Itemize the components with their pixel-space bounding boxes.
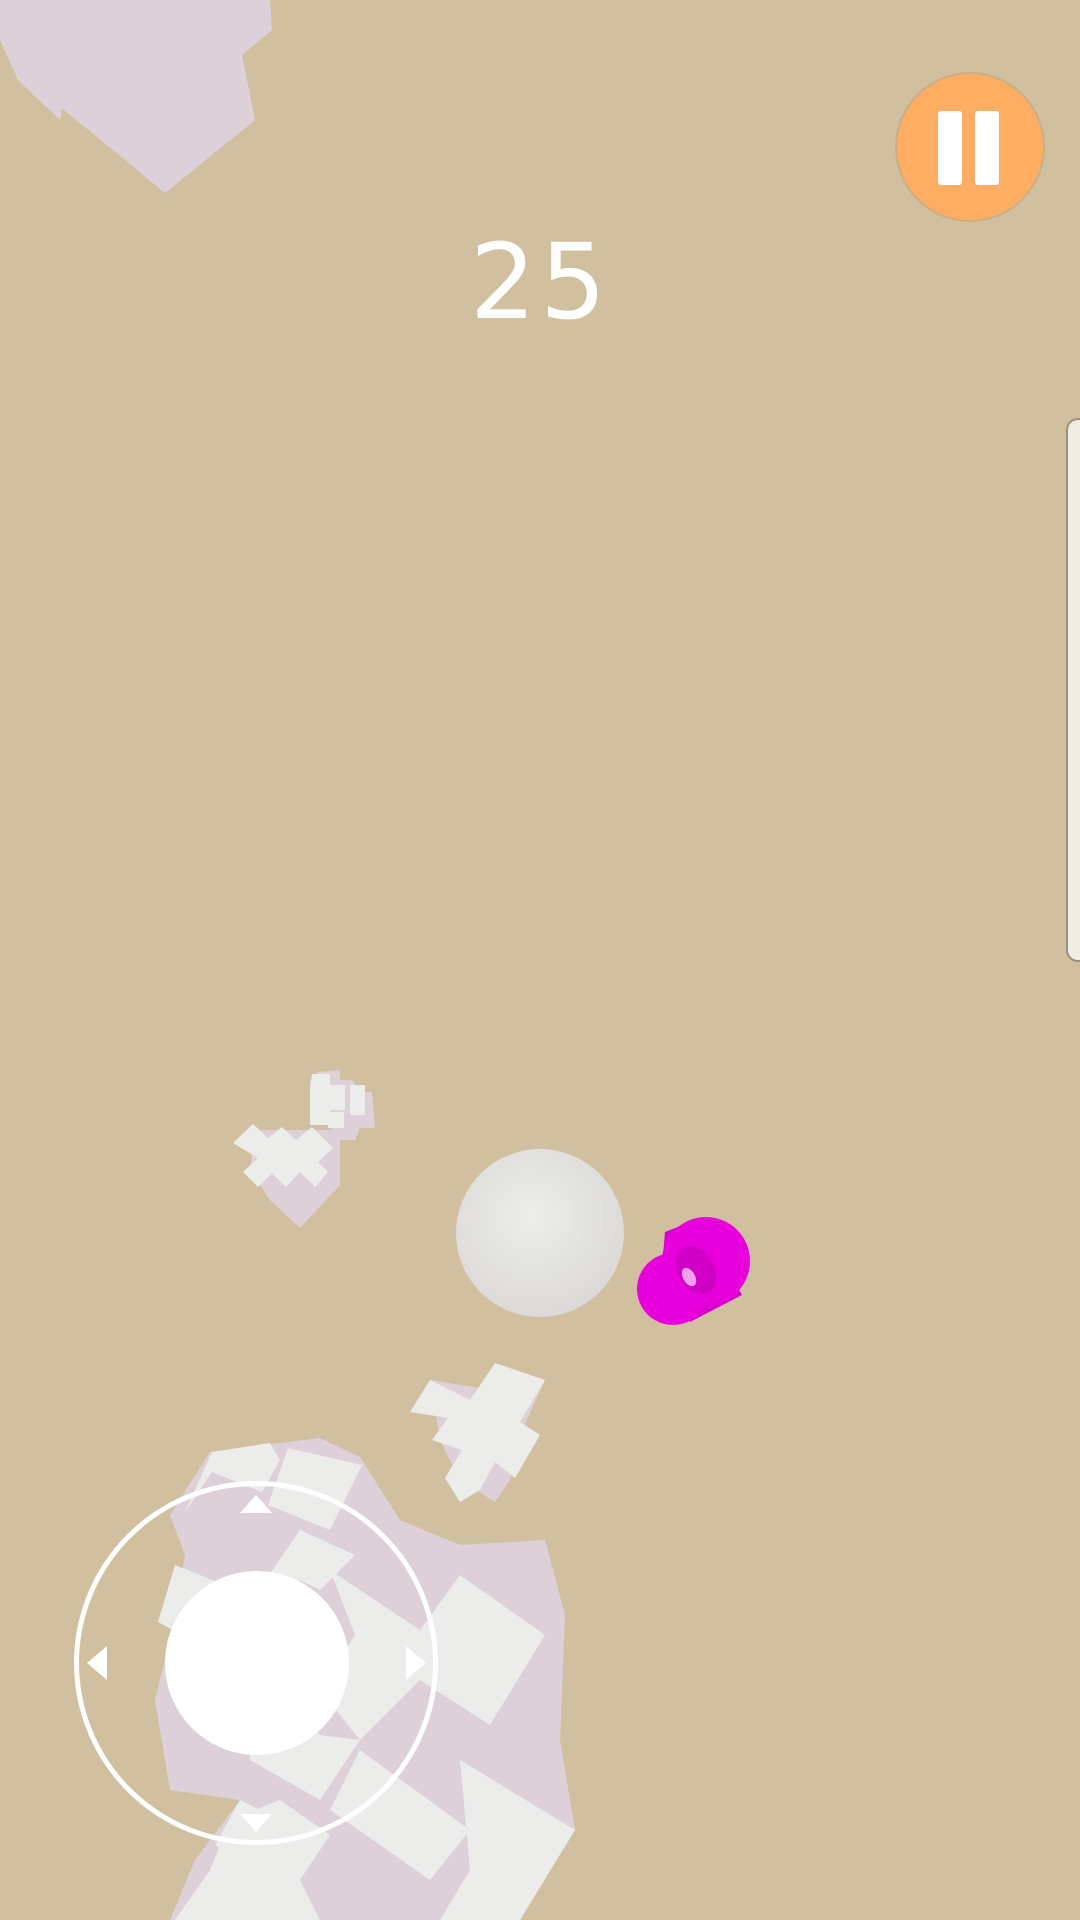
pause-bar-right (975, 111, 999, 185)
enemy-ring (637, 1217, 750, 1325)
score-counter: 25 (469, 221, 611, 343)
side-panel-handle[interactable] (1066, 418, 1080, 962)
debris-cluster-small (310, 1070, 375, 1140)
joystick-knob[interactable] (165, 1571, 349, 1755)
player-ball (456, 1149, 624, 1317)
pause-bar-left (938, 111, 962, 185)
rock-top-left (0, 0, 272, 193)
debris-cluster-left (233, 1124, 340, 1228)
pause-button[interactable] (897, 74, 1043, 220)
debris-cluster-middle (410, 1363, 545, 1502)
